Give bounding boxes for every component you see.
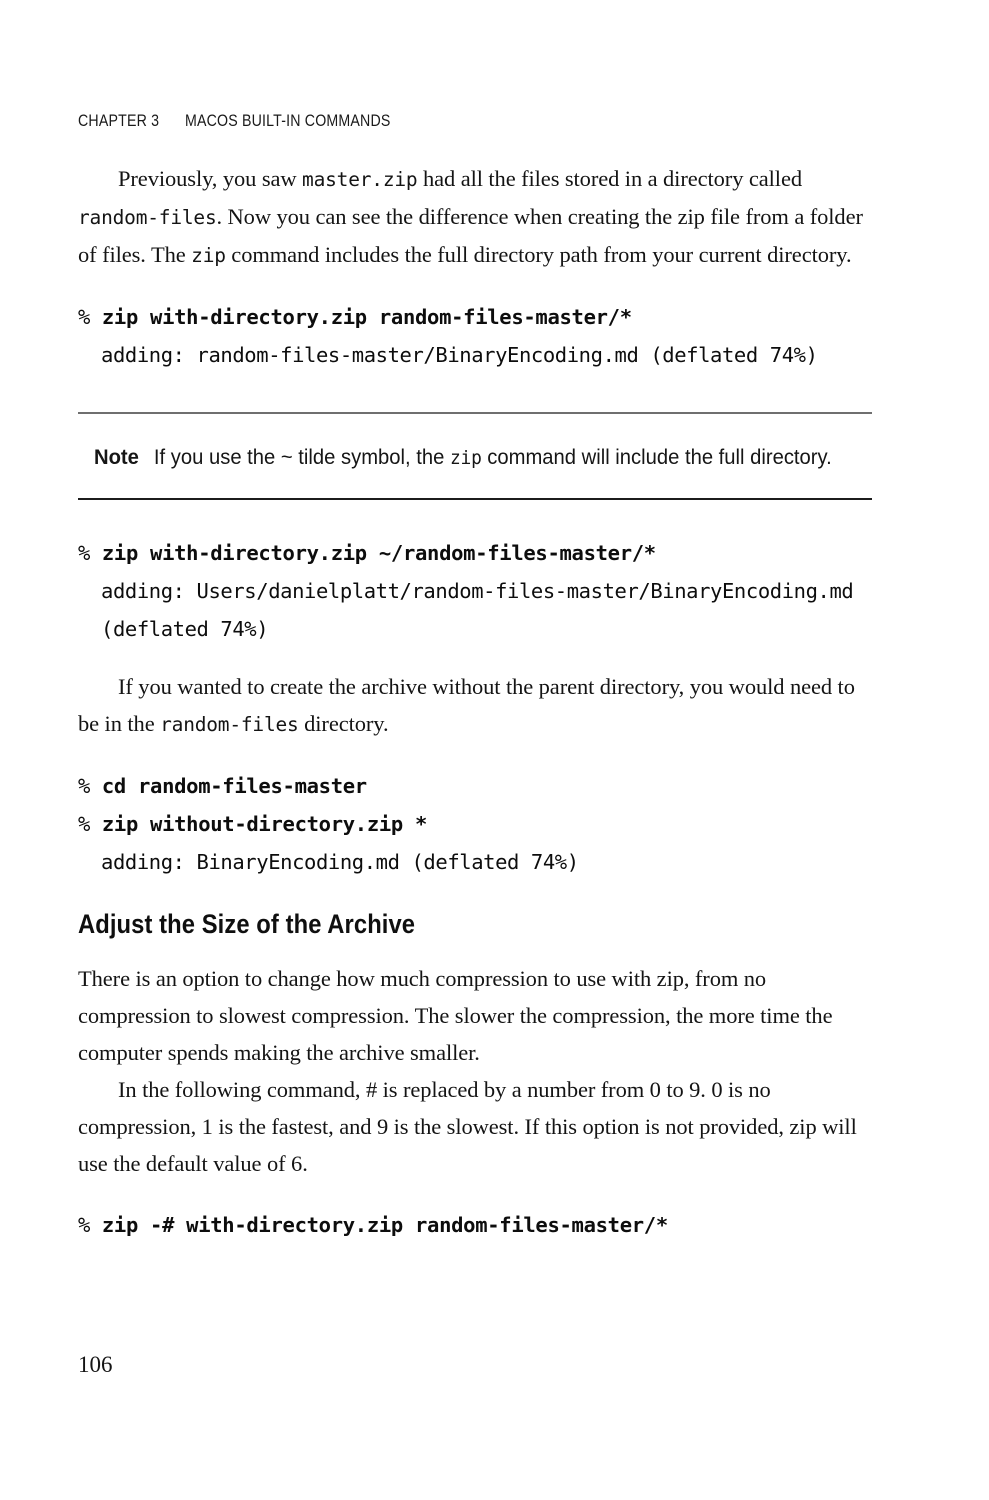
inline-code-zip: zip xyxy=(191,244,226,267)
shell-command: zip without-directory.zip * xyxy=(101,812,428,836)
code-command-line: % zip with-directory.zip random-files-ma… xyxy=(78,298,872,336)
section-heading-adjust-size: Adjust the Size of the Archive xyxy=(78,909,416,939)
paragraph-compression-option: There is an option to change how much co… xyxy=(78,966,833,1065)
running-head-title: MACOS BUILT-IN COMMANDS xyxy=(184,112,391,130)
running-head: CHAPTER 3 MACOS BUILT-IN COMMANDS xyxy=(78,112,391,131)
note-bottom-rule xyxy=(78,498,872,500)
text-segment: command will include the full directory. xyxy=(481,445,832,469)
text-segment: had all the files stored in a directory … xyxy=(417,166,802,191)
shell-command: zip with-directory.zip random-files-mast… xyxy=(101,305,632,329)
shell-command: zip with-directory.zip ~/random-files-ma… xyxy=(101,541,656,565)
paragraph-without-parent: If you wanted to create the archive with… xyxy=(78,668,872,743)
code-block-zip-tilde: % zip with-directory.zip ~/random-files-… xyxy=(78,534,872,648)
note-callout: Note If you use the ~ tilde symbol, the z… xyxy=(78,412,872,500)
text-segment: directory. xyxy=(298,711,389,736)
code-command-line: % zip without-directory.zip * xyxy=(78,805,872,843)
inline-code-random-files: random-files xyxy=(160,713,299,736)
shell-command: zip -# with-directory.zip random-files-m… xyxy=(101,1213,668,1237)
shell-prompt: % xyxy=(78,1213,102,1237)
code-block-zip-with-directory: % zip with-directory.zip random-files-ma… xyxy=(78,298,872,374)
inline-code-random-files: random-files xyxy=(78,206,217,229)
text-segment: If you use the ~ tilde symbol, the xyxy=(153,445,450,469)
code-block-cd-and-zip: % cd random-files-master% zip without-di… xyxy=(78,767,872,881)
inline-code-master-zip: master.zip xyxy=(302,168,418,191)
text-segment: Previously, you saw xyxy=(118,166,303,191)
code-command-line: % zip with-directory.zip ~/random-files-… xyxy=(78,534,872,572)
shell-prompt: % xyxy=(78,541,102,565)
shell-prompt: % xyxy=(78,305,102,329)
page-content: Previously, you saw master.zip had all t… xyxy=(78,160,872,1244)
code-command-line: % cd random-files-master xyxy=(78,767,872,805)
code-output-line: adding: BinaryEncoding.md (deflated 74%) xyxy=(101,850,579,874)
code-command-line: % zip -# with-directory.zip random-files… xyxy=(78,1206,872,1244)
paragraph-previously: Previously, you saw master.zip had all t… xyxy=(78,160,872,274)
shell-command: cd random-files-master xyxy=(101,774,367,798)
note-label: Note xyxy=(93,445,139,469)
inline-code-zip: zip xyxy=(449,447,482,469)
code-output-line: adding: random-files-master/BinaryEncodi… xyxy=(101,343,818,367)
shell-prompt: % xyxy=(78,774,102,798)
code-block-zip-level: % zip -# with-directory.zip random-files… xyxy=(78,1206,872,1244)
code-output-line: adding: Users/danielplatt/random-files-m… xyxy=(101,579,866,641)
paragraph-number-range: In the following command, # is replaced … xyxy=(78,1077,857,1176)
running-head-chapter: CHAPTER 3 xyxy=(78,112,160,130)
note-text: Note If you use the ~ tilde symbol, the z… xyxy=(78,414,865,498)
page-number: 106 xyxy=(78,1352,113,1377)
book-page: CHAPTER 3 MACOS BUILT-IN COMMANDS Previou… xyxy=(0,0,989,1500)
shell-prompt: % xyxy=(78,812,102,836)
text-segment: command includes the full directory path… xyxy=(225,242,852,267)
